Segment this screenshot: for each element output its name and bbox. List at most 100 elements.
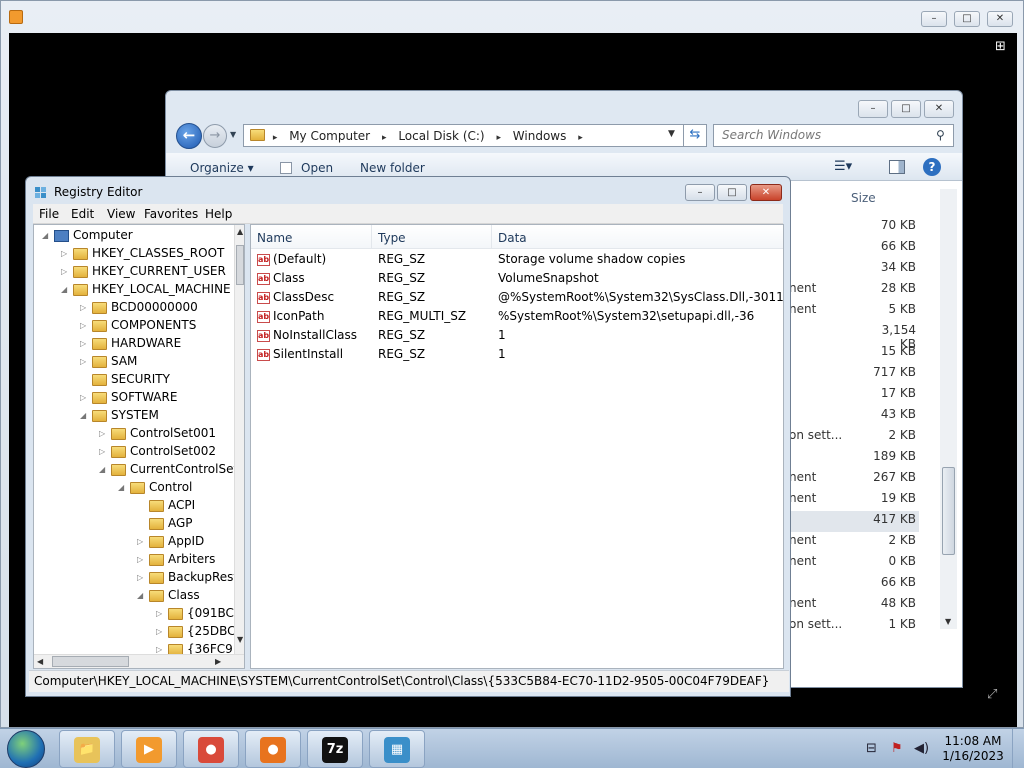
taskbar-firefox-button[interactable]: ● — [245, 730, 301, 768]
taskbar-7zip-button[interactable]: 7z — [307, 730, 363, 768]
menu-view[interactable]: View — [107, 207, 135, 221]
value-row[interactable]: ab NoInstallClass REG_SZ 1 — [251, 326, 783, 345]
tree-node[interactable]: ◢ Class — [34, 586, 234, 604]
crumb-my-computer[interactable]: My Computer — [289, 129, 370, 143]
view-options-icon[interactable]: ☰▾ — [834, 159, 852, 174]
tree-node[interactable]: SECURITY — [34, 370, 234, 388]
tree-node[interactable]: ▷BackupRestore — [34, 568, 244, 586]
tree-node[interactable]: ◢ CurrentControlSet — [34, 460, 238, 479]
menu-file[interactable]: File — [39, 207, 59, 221]
refresh-icon[interactable]: ⇆ — [683, 124, 707, 147]
new-folder-button[interactable]: New folder — [360, 161, 425, 175]
help-icon[interactable]: ? — [923, 158, 941, 176]
crumb-windows[interactable]: Windows — [513, 129, 567, 143]
taskbar-media-player-button[interactable]: ▶ — [121, 730, 177, 768]
tree-node[interactable]: ▷ {091BCD — [34, 604, 243, 623]
collapse-arrow-icon[interactable]: ◢ — [42, 227, 52, 245]
start-button[interactable] — [7, 730, 45, 768]
expand-arrow-icon[interactable]: ▷ — [61, 263, 71, 281]
explorer-scroll-thumb[interactable] — [942, 467, 955, 555]
back-arrow-icon[interactable]: ← — [176, 123, 202, 149]
expand-arrow-icon[interactable]: ▷ — [80, 389, 90, 407]
expand-arrow-icon[interactable]: ▷ — [80, 317, 90, 335]
expand-arrow-icon[interactable]: ▷ — [80, 353, 90, 371]
host-close-button[interactable]: ✕ — [987, 11, 1013, 27]
tree-vertical-scrollbar[interactable]: ▲ ▼ — [234, 225, 244, 655]
tree-hscroll-thumb[interactable] — [52, 656, 129, 667]
tree-scroll-thumb[interactable] — [236, 245, 244, 285]
host-minimize-button[interactable]: – — [921, 11, 947, 27]
expand-arrow-icon[interactable]: ▷ — [80, 299, 90, 317]
vm-screen[interactable]: ⊞ ⤢ – □ ✕ ← → ▼ ▸ My Computer ▸ Local Di… — [9, 33, 1017, 727]
search-icon[interactable]: ⚲ — [936, 128, 945, 142]
organize-button[interactable]: Organize ▾ — [190, 161, 254, 175]
menu-edit[interactable]: Edit — [71, 207, 94, 221]
expand-arrow-icon[interactable]: ▷ — [137, 533, 147, 551]
tree-node[interactable]: ◢ HKEY_LOCAL_MACHINE — [34, 280, 234, 298]
scroll-right-arrow-icon[interactable]: ▶ — [215, 657, 221, 666]
explorer-maximize-button[interactable]: □ — [891, 100, 921, 118]
tree-node[interactable]: ▷ SOFTWARE — [34, 388, 234, 406]
scroll-up-arrow-icon[interactable]: ▲ — [237, 227, 243, 236]
address-dropdown-icon[interactable]: ▼ — [668, 129, 675, 139]
expand-arrow-icon[interactable]: ▷ — [156, 605, 166, 623]
taskbar-regedit-button[interactable]: ▦ — [369, 730, 425, 768]
tree-node[interactable]: ▷ BCD00000000 — [34, 298, 234, 316]
value-row[interactable]: ab SilentInstall REG_SZ 1 — [251, 345, 783, 364]
scroll-left-arrow-icon[interactable]: ◀ — [37, 657, 43, 666]
clock[interactable]: 11:08 AM 1/16/2023 — [938, 734, 1008, 764]
collapse-arrow-icon[interactable]: ◢ — [80, 407, 90, 425]
regedit-maximize-button[interactable]: □ — [717, 184, 747, 201]
expand-arrow-icon[interactable]: ▷ — [99, 425, 109, 443]
search-input[interactable]: Search Windows — [713, 124, 954, 147]
tree-horizontal-scrollbar[interactable]: ◀ ▶ — [34, 654, 244, 668]
collapse-arrow-icon[interactable]: ◢ — [99, 461, 109, 479]
tree-node[interactable]: ▷ Arbiters — [34, 550, 234, 568]
history-dropdown-icon[interactable]: ▼ — [230, 130, 236, 139]
regedit-close-button[interactable]: ✕ — [750, 184, 782, 201]
tree-node[interactable]: ◢ Control — [34, 478, 234, 496]
show-desktop-button[interactable] — [1012, 729, 1024, 768]
registry-tree[interactable]: ◢ Computer ▷ HKEY_CLASSES_ROOT ▷ HKEY_CURRENT… — [33, 224, 245, 669]
volume-icon[interactable]: ◀) — [914, 741, 930, 757]
host-maximize-button[interactable]: □ — [954, 11, 980, 27]
tree-node[interactable]: ▷ AppID — [34, 532, 234, 550]
explorer-vertical-scrollbar[interactable] — [940, 189, 957, 629]
value-row[interactable]: ab IconPath REG_MULTI_SZ %SystemRoot%\Syste… — [251, 307, 783, 326]
tree-node[interactable]: ◢ Computer — [34, 226, 234, 244]
collapse-arrow-icon[interactable]: ◢ — [61, 281, 71, 299]
tree-node[interactable]: ▷ HARDWARE — [34, 334, 234, 352]
tree-node[interactable]: ▷ HKEY_CLASSES_ROOT — [34, 244, 234, 262]
action-center-icon[interactable]: ⚑ — [891, 741, 907, 757]
expand-icon[interactable]: ⤢ — [987, 687, 1005, 705]
menu-help[interactable]: Help — [205, 207, 232, 221]
collapse-arrow-icon[interactable]: ◢ — [118, 479, 128, 497]
tree-node[interactable]: ▷ ControlSet001 — [34, 424, 234, 442]
value-row[interactable]: ab (Default) REG_SZ Storage volume shadow c… — [251, 250, 783, 269]
tree-node[interactable]: ▷ ControlSet002 — [34, 442, 234, 460]
tree-node[interactable]: ACPI — [34, 496, 234, 514]
fullscreen-icon[interactable]: ⊞ — [995, 39, 1015, 55]
open-button[interactable]: Open — [301, 161, 333, 175]
address-bar[interactable]: ▸ My Computer ▸ Local Disk (C:) ▸ Window… — [243, 124, 684, 147]
expand-arrow-icon[interactable]: ▷ — [137, 551, 147, 569]
tree-node[interactable]: ▷ HKEY_CURRENT_USER — [34, 262, 234, 280]
tree-node[interactable]: AGP — [34, 514, 234, 532]
network-icon[interactable]: ⊟ — [866, 741, 882, 757]
tree-node[interactable]: ◢ SYSTEM — [34, 406, 234, 424]
menu-favorites[interactable]: Favorites — [144, 207, 198, 221]
value-row[interactable]: ab ClassDesc REG_SZ @%SystemRoot%\System32\… — [251, 288, 783, 307]
forward-arrow-icon[interactable]: → — [203, 124, 227, 148]
tree-node[interactable]: ▷ COMPONENTS — [34, 316, 234, 334]
scroll-down-arrow-icon[interactable]: ▼ — [945, 617, 951, 626]
tree-node[interactable]: ▷ {25DBC — [34, 622, 236, 641]
expand-arrow-icon[interactable]: ▷ — [99, 443, 109, 461]
registry-values-list[interactable]: Name Type Data ab (Default) REG_SZ Storage … — [250, 224, 784, 669]
column-header-type[interactable]: Type — [372, 225, 492, 249]
expand-arrow-icon[interactable]: ▷ — [156, 623, 166, 641]
explorer-minimize-button[interactable]: – — [858, 100, 888, 118]
preview-pane-icon[interactable] — [889, 160, 905, 174]
scroll-down-arrow-icon[interactable]: ▼ — [237, 635, 243, 644]
expand-arrow-icon[interactable]: ▷ — [61, 245, 71, 263]
regedit-minimize-button[interactable]: – — [685, 184, 715, 201]
